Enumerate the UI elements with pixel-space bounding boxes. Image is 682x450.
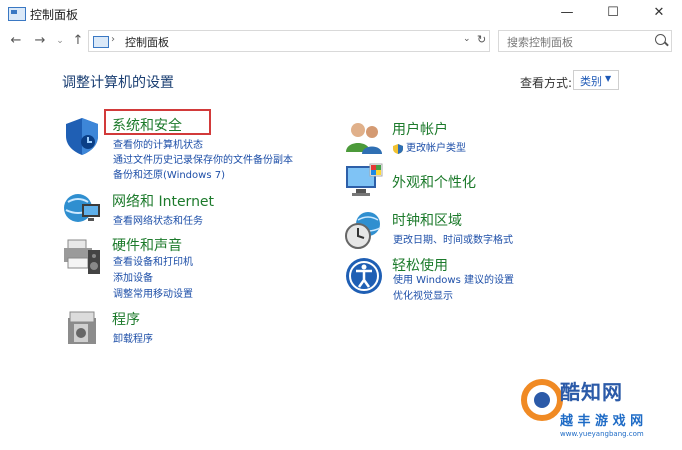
- control-panel-icon: [8, 7, 26, 21]
- address-dropdown-button[interactable]: ⌄: [463, 34, 471, 44]
- window-title: 控制面板: [30, 8, 79, 22]
- view-by-label: 查看方式:: [520, 76, 573, 90]
- minimize-button[interactable]: —: [544, 0, 590, 26]
- highlight-box: [104, 109, 211, 135]
- link-change-date-time[interactable]: 更改日期、时间或数字格式: [393, 231, 513, 246]
- category-network-internet[interactable]: 网络和 Internet: [112, 191, 214, 211]
- view-by-value: 类别: [580, 75, 602, 88]
- forward-button[interactable]: →: [32, 32, 48, 50]
- category-clock-region[interactable]: 时钟和区域: [392, 210, 462, 230]
- address-field[interactable]: › 控制面板 ⌄ ↻: [88, 30, 490, 52]
- view-by-dropdown[interactable]: 类别 ▼: [573, 70, 619, 90]
- link-backup-restore[interactable]: 备份和还原(Windows 7): [113, 166, 225, 181]
- category-user-accounts[interactable]: 用户帐户: [392, 119, 448, 139]
- control-panel-icon: [93, 36, 109, 48]
- title-bar: 控制面板 — ☐ ✕: [0, 0, 682, 26]
- breadcrumb-separator[interactable]: ›: [111, 34, 115, 45]
- link-uninstall-program[interactable]: 卸载程序: [113, 330, 153, 345]
- category-programs[interactable]: 程序: [112, 309, 140, 329]
- link-add-device[interactable]: 添加设备: [113, 269, 153, 284]
- category-hardware-sound[interactable]: 硬件和声音: [112, 235, 182, 255]
- link-devices-printers[interactable]: 查看设备和打印机: [113, 253, 193, 268]
- shield-icon[interactable]: [62, 116, 102, 156]
- programs-box-icon[interactable]: [62, 308, 102, 348]
- printer-speaker-icon[interactable]: [62, 236, 102, 276]
- search-placeholder: 搜索控制面板: [507, 36, 573, 49]
- watermark-url: www.yueyangbang.com: [560, 430, 644, 438]
- category-appearance-personalization[interactable]: 外观和个性化: [392, 172, 476, 192]
- watermark-text-primary: 酷知网: [560, 380, 623, 404]
- link-recommended-settings[interactable]: 使用 Windows 建议的设置: [393, 271, 514, 286]
- page-title: 调整计算机的设置: [62, 75, 174, 91]
- up-button[interactable]: ↑: [70, 32, 86, 50]
- link-network-status[interactable]: 查看网络状态和任务: [113, 212, 203, 227]
- link-optimize-display[interactable]: 优化视觉显示: [393, 287, 453, 302]
- address-bar: ← → ⌄ ↑ › 控制面板 ⌄ ↻ 搜索控制面板: [0, 26, 682, 56]
- uac-shield-icon: [393, 139, 403, 154]
- clock-globe-icon[interactable]: [344, 210, 384, 250]
- breadcrumb-control-panel[interactable]: 控制面板: [125, 34, 169, 50]
- chevron-down-icon: ▼: [605, 74, 612, 83]
- link-file-history-backup[interactable]: 通过文件历史记录保存你的文件备份副本: [113, 151, 293, 166]
- maximize-button[interactable]: ☐: [590, 0, 636, 26]
- search-icon[interactable]: [655, 34, 666, 45]
- refresh-button[interactable]: ↻: [477, 33, 486, 46]
- watermark: 酷知网 越 丰 游 戏 网 www.yueyangbang.com: [520, 372, 680, 448]
- monitor-palette-icon[interactable]: [344, 162, 384, 202]
- accessibility-icon[interactable]: [344, 256, 384, 296]
- users-icon[interactable]: [344, 118, 384, 158]
- link-mobility-settings[interactable]: 调整常用移动设置: [113, 285, 193, 300]
- close-button[interactable]: ✕: [636, 0, 682, 26]
- network-globe-icon[interactable]: [62, 188, 102, 228]
- search-input[interactable]: 搜索控制面板: [498, 30, 672, 52]
- link-change-account-type[interactable]: 更改帐户类型: [406, 139, 466, 154]
- watermark-logo-icon: [520, 378, 564, 422]
- watermark-text-secondary: 越 丰 游 戏 网: [560, 414, 644, 429]
- recent-locations-button[interactable]: ⌄: [52, 32, 68, 50]
- back-button[interactable]: ←: [8, 32, 24, 50]
- link-view-computer-status[interactable]: 查看你的计算机状态: [113, 136, 203, 151]
